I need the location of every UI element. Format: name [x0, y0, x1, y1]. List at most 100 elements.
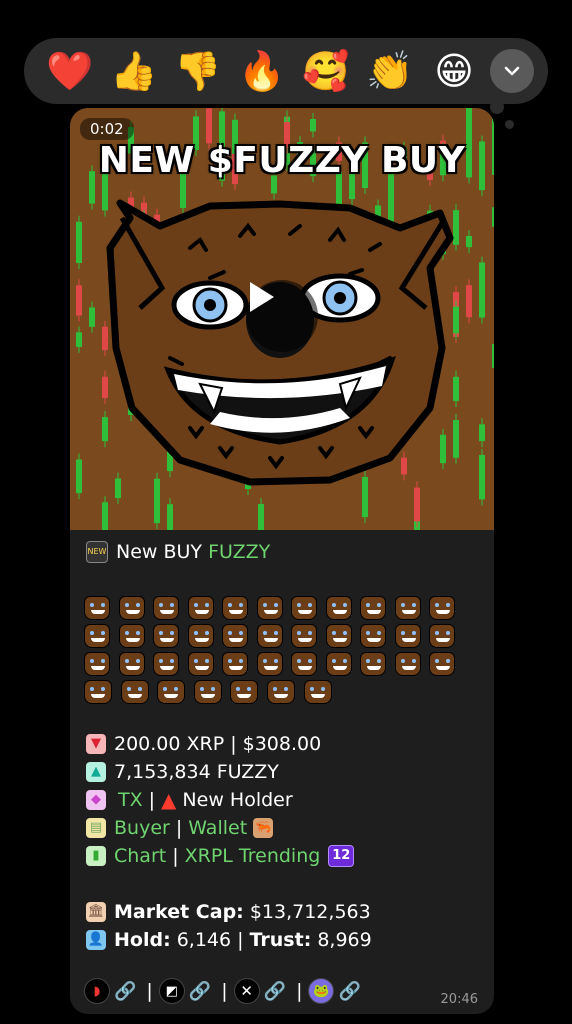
- separator: |: [172, 845, 179, 867]
- tag-icon: ◆: [86, 790, 106, 810]
- hold-label: Hold:: [114, 929, 171, 951]
- trade-details: ▼ 200.00 XRP | $308.00 ▲ 7,153,834 FUZZY ◆…: [86, 730, 486, 954]
- fuzzy-emoji-icon: [153, 596, 180, 620]
- tx-link[interactable]: TX: [118, 789, 143, 811]
- fuzzy-emoji-icon: [429, 596, 456, 620]
- wallet-link[interactable]: Wallet: [188, 817, 247, 839]
- reaction-bar-tail-small: [505, 120, 514, 129]
- fuzzy-amount: 7,153,834 FUZZY: [114, 761, 279, 783]
- separator: |: [146, 980, 153, 1002]
- buyer-line: ▤ Buyer | Wallet 🦐: [86, 814, 486, 842]
- reaction-thumbs-up[interactable]: 👍: [102, 43, 166, 99]
- separator: |: [175, 817, 183, 839]
- fuzzy-emoji-icon: [222, 624, 249, 648]
- fuzzy-emoji-icon: [394, 624, 421, 648]
- chart-line: ▮ Chart | XRPL Trending 12: [86, 842, 486, 870]
- message-timestamp: 20:46: [440, 992, 478, 1007]
- fuzzy-emoji-icon: [120, 680, 149, 704]
- fuzzy-emoji-icon: [429, 652, 456, 676]
- smiling-hearts-icon: 🥰: [302, 48, 350, 93]
- clapping-icon: 👏: [366, 48, 414, 93]
- fuzzy-emoji-icon: [256, 624, 283, 648]
- fuzzy-emoji-icon: [256, 596, 283, 620]
- fuzzy-emoji-icon: [118, 652, 145, 676]
- fuzzy-emoji-icon: [84, 652, 110, 676]
- first-ledger-logo-icon[interactable]: ◗: [84, 978, 110, 1004]
- fuzzy-emoji-icon: [118, 624, 145, 648]
- heart-icon: ❤️: [46, 48, 94, 93]
- fuzzy-emoji-icon: [84, 596, 110, 620]
- tx-line: ◆ TX | ▲ New Holder: [86, 786, 486, 814]
- fuzzy-emoji-icon: [153, 624, 180, 648]
- xrpl-trending-link[interactable]: XRPL Trending: [185, 845, 321, 867]
- fuzzy-emoji-icon: [325, 652, 352, 676]
- reaction-clapping[interactable]: 👏: [358, 43, 422, 99]
- fire-icon: 🔥: [238, 48, 286, 93]
- separator: |: [230, 733, 237, 755]
- fuzzy-emoji-grid: [84, 596, 464, 708]
- separator: |: [237, 929, 244, 951]
- usd-amount: $308.00: [242, 733, 322, 755]
- fuzzy-emoji-icon: [360, 624, 387, 648]
- shrimp-icon: 🦐: [253, 818, 274, 838]
- reaction-bar: ❤️ 👍 👎 🔥 🥰 👏 😁: [24, 38, 548, 104]
- separator: |: [221, 980, 228, 1002]
- fuzzy-emoji-icon: [325, 596, 352, 620]
- bank-icon: 🏛: [86, 902, 106, 922]
- fuzzy-emoji-icon: [394, 596, 421, 620]
- video-title: NEW $FUZZY BUY: [98, 140, 466, 181]
- fuzzy-emoji-icon: [157, 680, 186, 704]
- reaction-fire[interactable]: 🔥: [230, 43, 294, 99]
- trending-rank-badge: 12: [328, 845, 355, 867]
- fuzzy-emoji-icon: [230, 680, 259, 704]
- link-icon[interactable]: 🔗: [114, 981, 136, 1002]
- market-cap-value: $13,712,563: [249, 901, 371, 923]
- fuzzy-emoji-icon: [222, 652, 249, 676]
- trust-value: 8,969: [317, 929, 372, 951]
- spent-line: ▼ 200.00 XRP | $308.00: [86, 730, 486, 758]
- fuzzy-emoji-icon: [394, 652, 421, 676]
- link-icon[interactable]: 🔗: [189, 981, 211, 1002]
- video-thumbnail[interactable]: 0:02 NEW $FUZZY BUY: [70, 108, 494, 530]
- chart-link[interactable]: Chart: [114, 845, 166, 867]
- message-bubble[interactable]: 0:02 NEW $FUZZY BUY NEW New BUY FUZZY ▼ …: [70, 108, 494, 1014]
- fuzzy-emoji-icon: [325, 624, 352, 648]
- holders-line: 👤 Hold: 6,146 | Trust: 8,969: [86, 926, 486, 954]
- fuzzy-emoji-icon: [84, 680, 112, 704]
- buy-header-line: NEW New BUY FUZZY: [86, 538, 486, 566]
- play-button[interactable]: [246, 280, 318, 352]
- fuzzy-emoji-icon: [222, 596, 249, 620]
- fuzzy-emoji-icon: [187, 624, 214, 648]
- play-icon: [250, 282, 274, 312]
- message-text: NEW New BUY FUZZY: [86, 538, 486, 566]
- new-holder-text: New Holder: [182, 789, 293, 811]
- link-icon[interactable]: 🔗: [264, 981, 286, 1002]
- received-line: ▲ 7,153,834 FUZZY: [86, 758, 486, 786]
- expand-reactions-button[interactable]: [490, 49, 534, 93]
- frog-logo-icon[interactable]: 🐸: [308, 978, 335, 1004]
- header-text: New BUY: [116, 541, 203, 563]
- new-badge-icon: NEW: [86, 541, 108, 563]
- x-logo-icon[interactable]: ✕: [233, 978, 260, 1004]
- reaction-thumbs-down[interactable]: 👎: [166, 43, 230, 99]
- square-logo-icon[interactable]: ◩: [158, 978, 185, 1004]
- fuzzy-emoji-icon: [291, 652, 318, 676]
- emoji-row: [84, 624, 464, 652]
- fuzzy-emoji-icon: [256, 652, 283, 676]
- fuzzy-emoji-icon: [84, 624, 110, 648]
- reaction-grinning[interactable]: 😁: [422, 43, 486, 99]
- bar-chart-icon: ▮: [86, 846, 106, 866]
- emoji-row: [84, 596, 464, 624]
- link-icon[interactable]: 🔗: [338, 981, 360, 1002]
- fuzzy-emoji-icon: [360, 596, 387, 620]
- fuzzy-emoji-icon: [291, 596, 318, 620]
- reaction-heart[interactable]: ❤️: [38, 43, 102, 99]
- token-name-link[interactable]: FUZZY: [208, 541, 270, 563]
- market-cap-line: 🏛 Market Cap: $13,712,563: [86, 898, 486, 926]
- buyer-link[interactable]: Buyer: [114, 817, 170, 839]
- reaction-smiling-hearts[interactable]: 🥰: [294, 43, 358, 99]
- separator: |: [296, 980, 303, 1002]
- fuzzy-emoji-icon: [291, 624, 318, 648]
- thumbs-down-icon: 👎: [174, 48, 222, 93]
